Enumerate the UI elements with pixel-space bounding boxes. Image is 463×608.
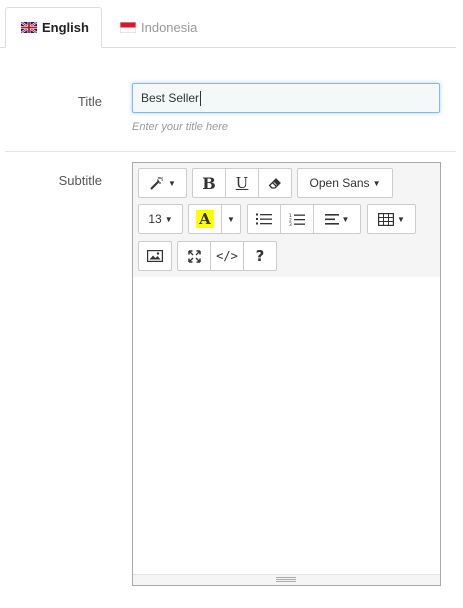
table-dropdown[interactable]: ▼	[367, 204, 416, 234]
caret-down-icon: ▼	[227, 214, 235, 224]
code-view-button[interactable]: </>	[210, 241, 244, 271]
editor-content-area[interactable]	[133, 277, 440, 575]
tab-english[interactable]: English	[5, 7, 102, 48]
caret-down-icon: ▼	[164, 214, 173, 224]
language-tabs: English Indonesia	[0, 0, 456, 48]
bold-icon: B	[202, 173, 216, 193]
magic-wand-icon	[149, 176, 165, 190]
editor-toolbar: ▼ B U Open Sans ▼ 13 ▼ A ▼ 1 2 3 ▼ ▼ </>…	[133, 163, 440, 278]
font-family-dropdown[interactable]: Open Sans ▼	[297, 168, 393, 198]
text-color-button[interactable]: A	[188, 204, 222, 234]
align-left-icon	[324, 213, 339, 225]
picture-icon	[147, 250, 163, 262]
font-size-dropdown[interactable]: 13 ▼	[138, 204, 183, 234]
editor-resize-bar[interactable]	[133, 574, 440, 585]
bullet-list-icon	[256, 213, 272, 225]
eraser-icon	[268, 177, 282, 189]
svg-text:3: 3	[289, 222, 292, 226]
question-icon: ?	[255, 247, 265, 265]
indonesia-flag-icon	[120, 21, 136, 33]
underline-icon: U	[235, 174, 249, 192]
title-label: Title	[77, 94, 102, 109]
insert-picture-button[interactable]	[138, 241, 172, 271]
form-divider	[5, 151, 456, 152]
fullscreen-button[interactable]	[177, 241, 211, 271]
title-input[interactable]: Best Seller	[132, 83, 440, 113]
subtitle-label: Subtitle	[58, 173, 102, 188]
tab-indonesia-label: Indonesia	[141, 19, 198, 35]
style-button[interactable]: ▼	[138, 168, 187, 198]
paragraph-align-dropdown[interactable]: ▼	[313, 204, 361, 234]
table-icon	[378, 212, 395, 226]
text-color-dropdown[interactable]: ▼	[221, 204, 241, 234]
font-family-value: Open Sans	[309, 176, 370, 190]
clear-format-button[interactable]	[258, 168, 292, 198]
caret-down-icon: ▼	[168, 178, 176, 188]
uk-flag-icon	[21, 22, 37, 33]
caret-down-icon: ▼	[397, 214, 405, 224]
bold-button[interactable]: B	[192, 168, 226, 198]
tab-english-label: English	[42, 20, 89, 35]
code-icon: </>	[216, 249, 238, 263]
text-highlight-icon: A	[196, 210, 214, 228]
title-input-value: Best Seller	[141, 91, 200, 105]
caret-down-icon: ▼	[372, 178, 381, 188]
help-button[interactable]: ?	[243, 241, 277, 271]
underline-button[interactable]: U	[225, 168, 259, 198]
text-caret	[200, 90, 202, 106]
numbered-list-icon: 1 2 3	[289, 213, 305, 226]
ordered-list-button[interactable]: 1 2 3	[280, 204, 314, 234]
tab-indonesia[interactable]: Indonesia	[105, 7, 212, 47]
title-help-text: Enter your title here	[132, 121, 228, 133]
resize-grip-icon	[276, 577, 296, 582]
unordered-list-button[interactable]	[247, 204, 281, 234]
subtitle-rich-text-editor: ▼ B U Open Sans ▼ 13 ▼ A ▼ 1 2 3 ▼ ▼ </>…	[132, 162, 441, 586]
caret-down-icon: ▼	[341, 214, 350, 224]
font-size-value: 13	[148, 212, 162, 226]
expand-icon	[187, 249, 201, 263]
